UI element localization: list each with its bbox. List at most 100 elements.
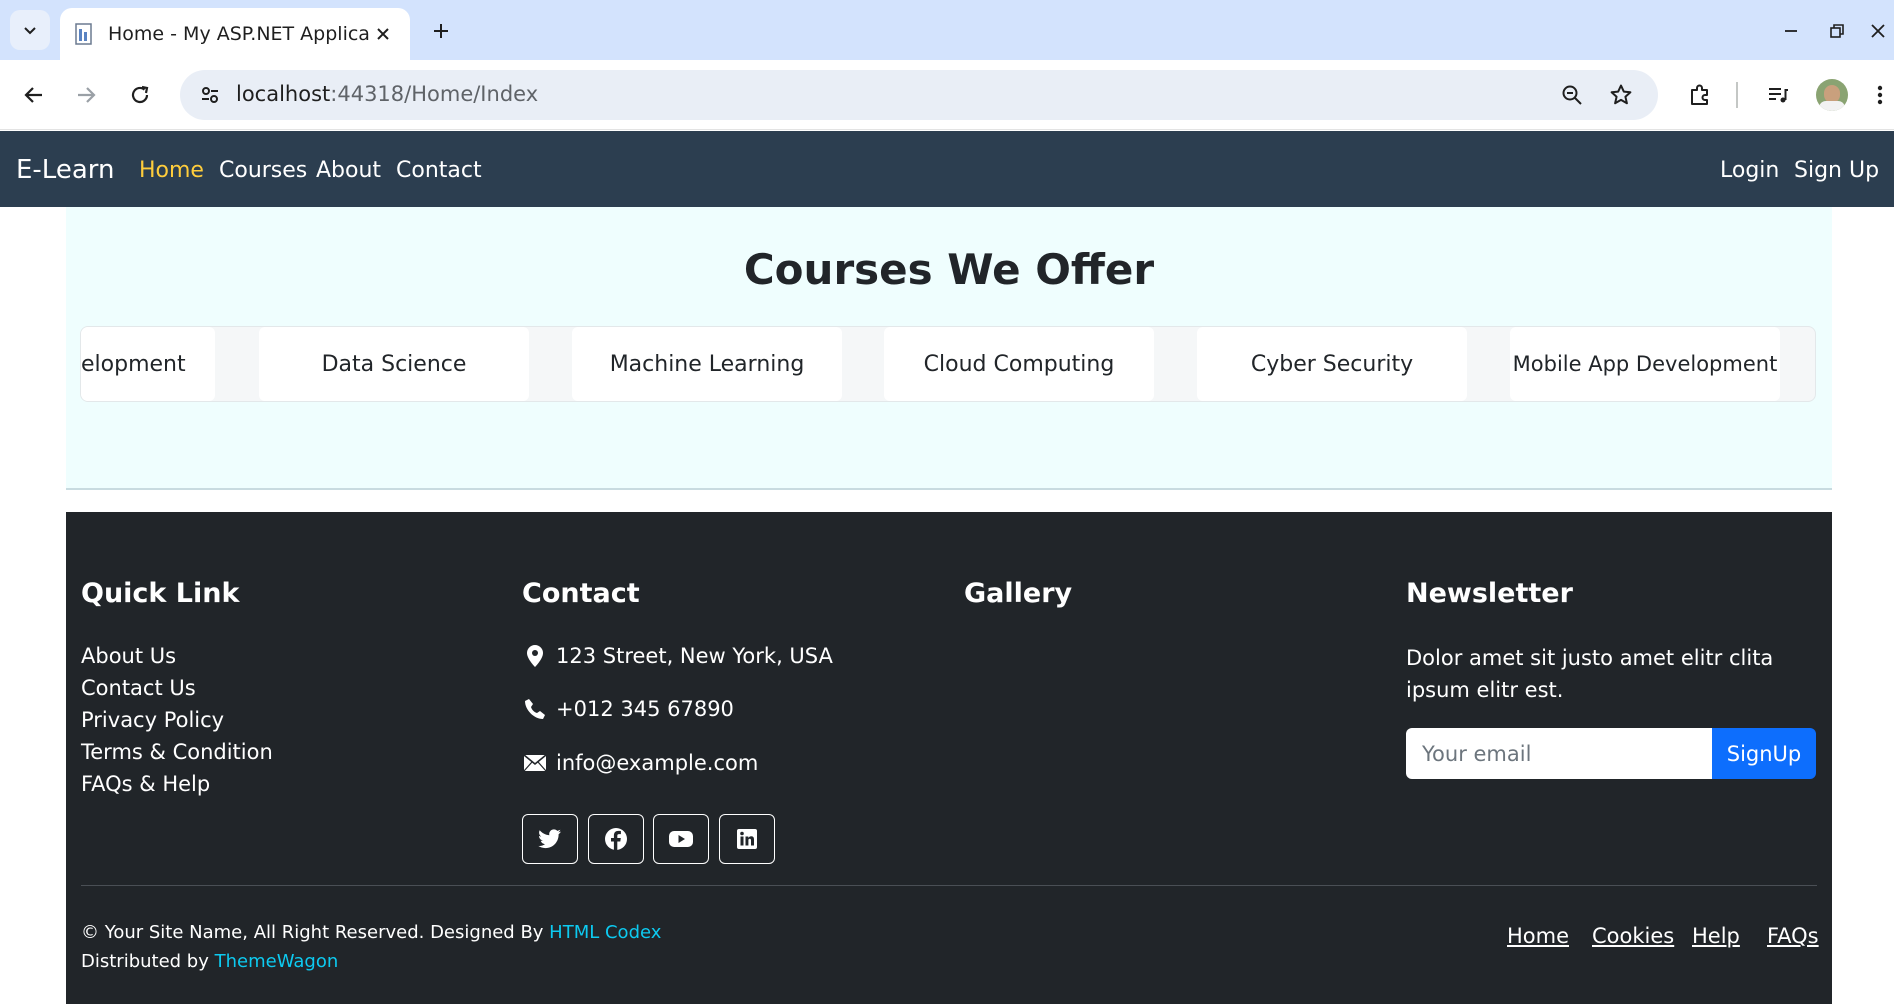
page-favicon-icon (75, 23, 92, 45)
playlist-icon (1769, 88, 1788, 103)
contact-address-text: 123 Street, New York, USA (556, 644, 833, 668)
signup-link[interactable]: Sign Up (1794, 158, 1879, 183)
course-card[interactable]: Machine Learning (572, 327, 842, 401)
facebook-button[interactable] (588, 814, 644, 864)
footer-bottom-link-home[interactable]: Home (1507, 924, 1569, 948)
courses-carousel[interactable]: elopment Data Science Machine Learning C… (80, 326, 1816, 402)
newsletter-text: Dolor amet sit justo amet elitr clita ip… (1406, 646, 1774, 702)
distributed-text: Distributed by (81, 951, 215, 972)
course-name: Mobile App Development (1512, 352, 1778, 376)
nav-link-contact[interactable]: Contact (396, 158, 482, 183)
course-card[interactable]: Mobile App Development (1510, 327, 1780, 401)
footer-link-contact-us[interactable]: Contact Us (81, 676, 196, 700)
footer-link-terms[interactable]: Terms & Condition (81, 740, 273, 764)
profile-avatar[interactable] (1816, 79, 1848, 111)
browser-tab[interactable]: Home - My ASP.NET Application (60, 8, 410, 60)
distributed-line: Distributed by ThemeWagon (81, 951, 338, 972)
footer-bottom-link-faqs[interactable]: FAQs (1767, 924, 1819, 948)
linkedin-icon (737, 829, 757, 849)
quick-link-heading: Quick Link (81, 578, 240, 609)
minimize-icon (1785, 30, 1797, 32)
close-window-button[interactable] (1864, 14, 1892, 48)
url-host: localhost (236, 82, 331, 106)
copyright-line: © Your Site Name, All Right Reserved. De… (81, 922, 661, 943)
tab-title: Home - My ASP.NET Application (108, 23, 370, 45)
media-controls-button[interactable] (1758, 75, 1798, 115)
footer-divider (81, 885, 1817, 886)
browser-tab-strip: Home - My ASP.NET Application (0, 0, 1894, 60)
twitter-button[interactable] (522, 814, 578, 864)
address-bar[interactable]: localhost:44318/Home/Index (180, 70, 1658, 120)
copyright-text: © Your Site Name, All Right Reserved. De… (81, 922, 550, 943)
toolbar-separator (1736, 82, 1738, 108)
nav-link-courses[interactable]: Courses (219, 158, 307, 183)
bookmark-button[interactable] (1605, 79, 1637, 111)
avatar-body (1819, 101, 1845, 111)
contact-email-text: info@example.com (556, 751, 759, 775)
star-icon (1610, 84, 1632, 105)
linkedin-button[interactable] (719, 814, 775, 864)
site-navbar: E-Learn Home Courses About Contact Login… (0, 131, 1894, 207)
browser-menu-button[interactable] (1866, 75, 1894, 115)
site-info-button[interactable] (192, 77, 228, 113)
course-name: Cyber Security (1250, 351, 1414, 377)
footer-bottom-link-cookies[interactable]: Cookies (1592, 924, 1674, 948)
phone-icon (522, 696, 548, 722)
course-name: Data Science (321, 351, 467, 377)
footer-bottom-link-help[interactable]: Help (1692, 924, 1740, 948)
course-name: Cloud Computing (923, 351, 1115, 377)
contact-email: info@example.com (522, 748, 758, 778)
zoom-out-icon (1562, 85, 1582, 105)
more-vertical-icon (1877, 85, 1883, 105)
arrow-right-icon (78, 87, 96, 103)
new-tab-button[interactable] (426, 16, 456, 46)
course-card[interactable]: Cloud Computing (884, 327, 1154, 401)
themewagon-link[interactable]: ThemeWagon (215, 951, 339, 972)
back-button[interactable] (14, 75, 54, 115)
footer-link-privacy-policy[interactable]: Privacy Policy (81, 708, 224, 732)
reload-button[interactable] (120, 75, 160, 115)
contact-phone: +012 345 67890 (522, 694, 734, 724)
arrow-left-icon (24, 87, 42, 103)
login-link[interactable]: Login (1720, 158, 1779, 183)
contact-phone-text: +012 345 67890 (556, 697, 734, 721)
course-name: elopment (81, 351, 186, 377)
browser-toolbar: localhost:44318/Home/Index (0, 60, 1894, 130)
zoom-button[interactable] (1556, 79, 1588, 111)
nav-link-home[interactable]: Home (139, 158, 204, 183)
html-codex-link[interactable]: HTML Codex (549, 922, 661, 943)
contact-address: 123 Street, New York, USA (522, 641, 833, 671)
close-icon (1871, 24, 1885, 38)
tab-close-button[interactable] (372, 23, 394, 45)
gallery-heading: Gallery (964, 578, 1073, 609)
course-card[interactable]: Data Science (259, 327, 529, 401)
newsletter-signup-button[interactable]: SignUp (1712, 728, 1816, 779)
plus-icon (434, 24, 448, 38)
url-text[interactable]: localhost:44318/Home/Index (236, 82, 538, 106)
brand-logo[interactable]: E-Learn (16, 155, 114, 185)
tune-icon (202, 87, 218, 103)
extensions-button[interactable] (1680, 75, 1720, 115)
section-title: Courses We Offer (743, 245, 1155, 294)
envelope-icon (522, 750, 548, 776)
course-card[interactable]: Cyber Security (1197, 327, 1467, 401)
tab-search-button[interactable] (10, 10, 50, 50)
restore-button[interactable] (1820, 14, 1854, 48)
facebook-icon (605, 828, 627, 851)
courses-section: Courses We Offer elopment Data Science M… (66, 207, 1832, 490)
youtube-button[interactable] (653, 814, 709, 864)
url-path: :44318/Home/Index (330, 82, 539, 106)
footer-link-about-us[interactable]: About Us (81, 644, 176, 668)
footer-link-faqs[interactable]: FAQs & Help (81, 772, 210, 796)
minimize-button[interactable] (1774, 14, 1808, 48)
twitter-icon (538, 829, 561, 849)
course-card[interactable]: elopment (81, 327, 215, 401)
newsletter-email-input[interactable] (1406, 728, 1712, 779)
close-icon (377, 28, 389, 40)
forward-button[interactable] (66, 75, 106, 115)
newsletter-heading: Newsletter (1406, 578, 1573, 609)
nav-link-about[interactable]: About (316, 158, 381, 183)
youtube-icon (669, 831, 693, 847)
restore-icon (1830, 24, 1844, 38)
reload-icon (131, 85, 149, 104)
